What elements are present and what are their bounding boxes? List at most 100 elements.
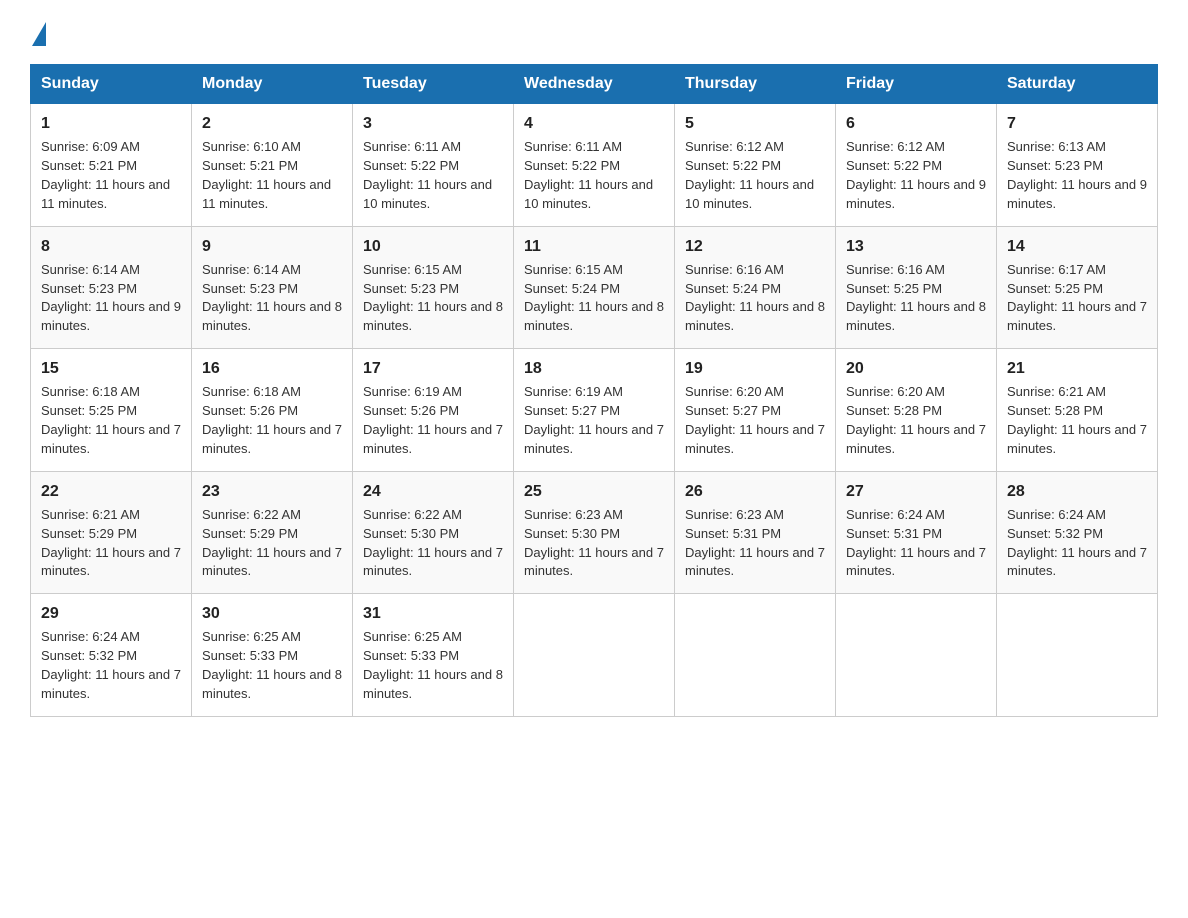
day-number: 6 bbox=[846, 112, 986, 135]
day-number: 19 bbox=[685, 357, 825, 380]
sunset-text: Sunset: 5:29 PM bbox=[41, 526, 137, 541]
day-number: 25 bbox=[524, 480, 664, 503]
calendar-cell: 14Sunrise: 6:17 AMSunset: 5:25 PMDayligh… bbox=[997, 226, 1158, 349]
calendar-cell: 2Sunrise: 6:10 AMSunset: 5:21 PMDaylight… bbox=[192, 104, 353, 227]
weekday-header-sunday: Sunday bbox=[31, 65, 192, 104]
day-number: 30 bbox=[202, 602, 342, 625]
sunset-text: Sunset: 5:22 PM bbox=[846, 158, 942, 173]
sunrise-text: Sunrise: 6:22 AM bbox=[363, 507, 462, 522]
week-row-4: 22 Sunrise: 6:21 AM Sunset: 5:29 PM Dayligh… bbox=[31, 471, 1158, 594]
daylight-text: Daylight: 11 hours and 7 minutes. bbox=[1007, 545, 1147, 579]
sunset-text: Sunset: 5:24 PM bbox=[524, 281, 620, 296]
sunset-text: Sunset: 5:25 PM bbox=[41, 403, 137, 418]
weekday-header-thursday: Thursday bbox=[675, 65, 836, 104]
daylight-text: Daylight: 11 hours and 8 minutes. bbox=[685, 299, 825, 333]
sunrise-text: Sunrise: 6:11 AM bbox=[524, 139, 622, 154]
sunset-text: Sunset: 5:25 PM bbox=[1007, 281, 1103, 296]
calendar-cell: 22Sunrise: 6:21 AMSunset: 5:29 PMDayligh… bbox=[31, 471, 192, 594]
weekday-header-row: SundayMondayTuesdayWednesdayThursdayFrid… bbox=[31, 65, 1158, 104]
sunrise-text: Sunrise: 6:21 AM bbox=[41, 507, 140, 522]
sunrise-text: Sunrise: 6:09 AM bbox=[41, 139, 140, 154]
sunrise-text: Sunrise: 6:12 AM bbox=[685, 139, 784, 154]
calendar-cell: 24Sunrise: 6:22 AMSunset: 5:30 PMDayligh… bbox=[353, 471, 514, 594]
day-number: 24 bbox=[363, 480, 503, 503]
calendar-cell: 29Sunrise: 6:24 AMSunset: 5:32 PMDayligh… bbox=[31, 594, 192, 717]
daylight-text: Daylight: 11 hours and 7 minutes. bbox=[202, 545, 342, 579]
sunrise-text: Sunrise: 6:25 AM bbox=[202, 629, 301, 644]
calendar-cell: 7Sunrise: 6:13 AMSunset: 5:23 PMDaylight… bbox=[997, 104, 1158, 227]
sunrise-text: Sunrise: 6:22 AM bbox=[202, 507, 301, 522]
weekday-header-tuesday: Tuesday bbox=[353, 65, 514, 104]
calendar-cell bbox=[836, 594, 997, 717]
sunset-text: Sunset: 5:31 PM bbox=[846, 526, 942, 541]
sunset-text: Sunset: 5:27 PM bbox=[524, 403, 620, 418]
sunrise-text: Sunrise: 6:23 AM bbox=[524, 507, 623, 522]
sunset-text: Sunset: 5:29 PM bbox=[202, 526, 298, 541]
day-number: 13 bbox=[846, 235, 986, 258]
day-number: 2 bbox=[202, 112, 342, 135]
sunset-text: Sunset: 5:23 PM bbox=[41, 281, 137, 296]
sunrise-text: Sunrise: 6:24 AM bbox=[846, 507, 945, 522]
daylight-text: Daylight: 11 hours and 8 minutes. bbox=[846, 299, 986, 333]
calendar-cell: 15Sunrise: 6:18 AMSunset: 5:25 PMDayligh… bbox=[31, 349, 192, 472]
calendar-cell: 21Sunrise: 6:21 AMSunset: 5:28 PMDayligh… bbox=[997, 349, 1158, 472]
calendar-cell: 5Sunrise: 6:12 AMSunset: 5:22 PMDaylight… bbox=[675, 104, 836, 227]
day-number: 27 bbox=[846, 480, 986, 503]
daylight-text: Daylight: 11 hours and 9 minutes. bbox=[1007, 177, 1147, 211]
sunrise-text: Sunrise: 6:13 AM bbox=[1007, 139, 1106, 154]
week-row-1: 1Sunrise: 6:09 AMSunset: 5:21 PMDaylight… bbox=[31, 104, 1158, 227]
daylight-text: Daylight: 11 hours and 8 minutes. bbox=[363, 299, 503, 333]
calendar-table: SundayMondayTuesdayWednesdayThursdayFrid… bbox=[30, 64, 1158, 717]
calendar-cell: 18Sunrise: 6:19 AMSunset: 5:27 PMDayligh… bbox=[514, 349, 675, 472]
calendar-cell: 1Sunrise: 6:09 AMSunset: 5:21 PMDaylight… bbox=[31, 104, 192, 227]
daylight-text: Daylight: 11 hours and 7 minutes. bbox=[524, 422, 664, 456]
day-number: 16 bbox=[202, 357, 342, 380]
daylight-text: Daylight: 11 hours and 7 minutes. bbox=[1007, 299, 1147, 333]
daylight-text: Daylight: 11 hours and 7 minutes. bbox=[41, 422, 181, 456]
sunrise-text: Sunrise: 6:20 AM bbox=[685, 384, 784, 399]
day-number: 5 bbox=[685, 112, 825, 135]
sunrise-text: Sunrise: 6:10 AM bbox=[202, 139, 301, 154]
calendar-cell: 26Sunrise: 6:23 AMSunset: 5:31 PMDayligh… bbox=[675, 471, 836, 594]
sunset-text: Sunset: 5:27 PM bbox=[685, 403, 781, 418]
calendar-cell: 10Sunrise: 6:15 AMSunset: 5:23 PMDayligh… bbox=[353, 226, 514, 349]
sunrise-text: Sunrise: 6:11 AM bbox=[363, 139, 461, 154]
calendar-cell: 12Sunrise: 6:16 AMSunset: 5:24 PMDayligh… bbox=[675, 226, 836, 349]
calendar-cell bbox=[997, 594, 1158, 717]
daylight-text: Daylight: 11 hours and 9 minutes. bbox=[41, 299, 181, 333]
calendar-cell: 27 Sunrise: 6:24 AM Sunset: 5:31 PM Dayligh… bbox=[836, 471, 997, 594]
sunrise-text: Sunrise: 6:16 AM bbox=[846, 262, 945, 277]
daylight-text: Daylight: 11 hours and 8 minutes. bbox=[202, 299, 342, 333]
sunset-text: Sunset: 5:30 PM bbox=[363, 526, 459, 541]
calendar-cell: 16Sunrise: 6:18 AMSunset: 5:26 PMDayligh… bbox=[192, 349, 353, 472]
daylight-text: Daylight: 11 hours and 11 minutes. bbox=[41, 177, 170, 211]
calendar-cell: 4Sunrise: 6:11 AMSunset: 5:22 PMDaylight… bbox=[514, 104, 675, 227]
day-number: 9 bbox=[202, 235, 342, 258]
sunset-text: Sunset: 5:32 PM bbox=[1007, 526, 1103, 541]
sunrise-text: Sunrise: 6:15 AM bbox=[363, 262, 462, 277]
logo-triangle-icon bbox=[32, 22, 46, 46]
calendar-cell: 11Sunrise: 6:15 AMSunset: 5:24 PMDayligh… bbox=[514, 226, 675, 349]
day-number: 17 bbox=[363, 357, 503, 380]
sunset-text: Sunset: 5:26 PM bbox=[202, 403, 298, 418]
sunrise-text: Sunrise: 6:24 AM bbox=[1007, 507, 1106, 522]
week-row-5: 29Sunrise: 6:24 AMSunset: 5:32 PMDayligh… bbox=[31, 594, 1158, 717]
day-number: 23 bbox=[202, 480, 342, 503]
logo bbox=[30, 20, 46, 46]
sunrise-text: Sunrise: 6:24 AM bbox=[41, 629, 140, 644]
daylight-text: Daylight: 11 hours and 7 minutes. bbox=[685, 545, 825, 579]
day-number: 20 bbox=[846, 357, 986, 380]
day-number: 1 bbox=[41, 112, 181, 135]
sunset-text: Sunset: 5:22 PM bbox=[363, 158, 459, 173]
daylight-text: Daylight: 11 hours and 10 minutes. bbox=[685, 177, 814, 211]
sunrise-text: Sunrise: 6:20 AM bbox=[846, 384, 945, 399]
sunrise-text: Sunrise: 6:21 AM bbox=[1007, 384, 1106, 399]
day-number: 26 bbox=[685, 480, 825, 503]
daylight-text: Daylight: 11 hours and 7 minutes. bbox=[846, 545, 986, 579]
day-number: 22 bbox=[41, 480, 181, 503]
sunrise-text: Sunrise: 6:18 AM bbox=[202, 384, 301, 399]
sunset-text: Sunset: 5:24 PM bbox=[685, 281, 781, 296]
daylight-text: Daylight: 11 hours and 7 minutes. bbox=[1007, 422, 1147, 456]
calendar-cell: 6Sunrise: 6:12 AMSunset: 5:22 PMDaylight… bbox=[836, 104, 997, 227]
day-number: 18 bbox=[524, 357, 664, 380]
